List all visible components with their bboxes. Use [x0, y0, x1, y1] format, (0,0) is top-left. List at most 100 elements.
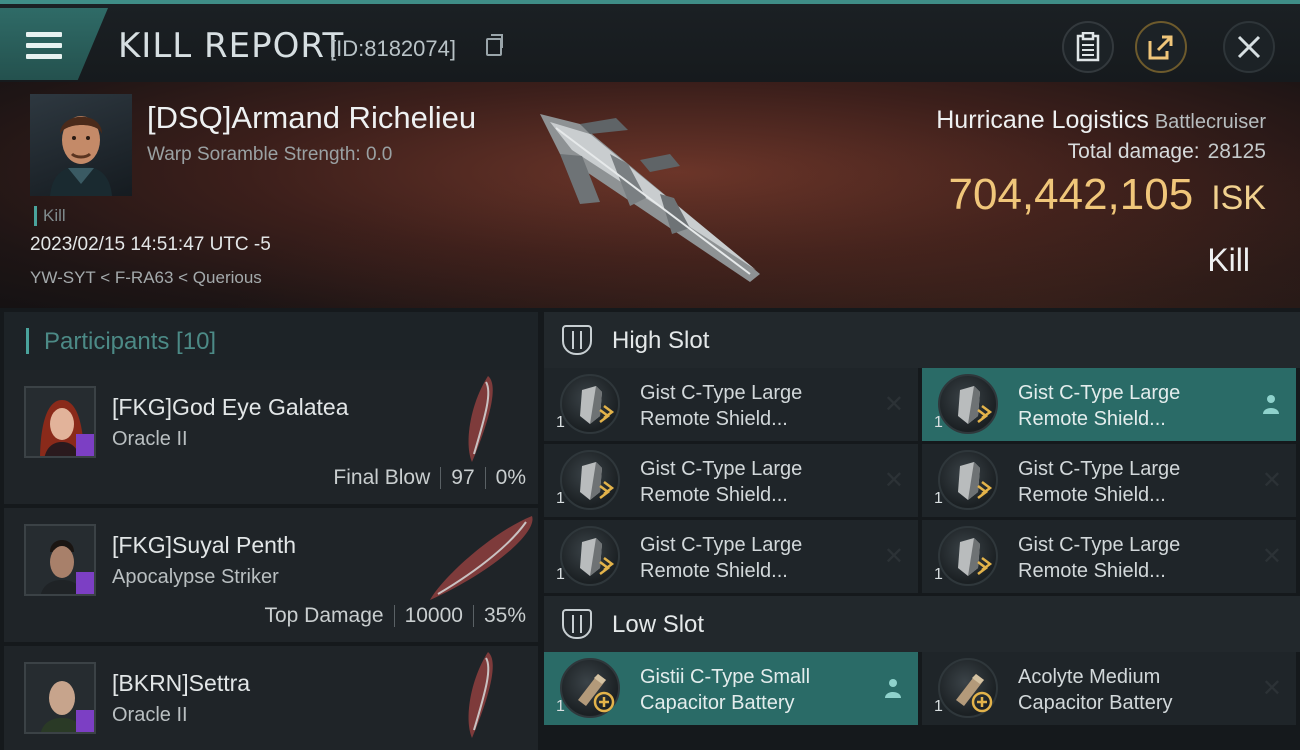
- avatar[interactable]: [24, 524, 96, 596]
- capacitor-module-icon: [938, 658, 998, 718]
- low-slot-header: Low Slot: [544, 596, 1300, 652]
- module-name: Acolyte Medium Capacitor Battery: [1018, 664, 1173, 716]
- slot-shield-icon: [562, 325, 592, 355]
- participant-name[interactable]: [BKRN]Settra: [112, 670, 250, 697]
- stat-percent: 35%: [483, 604, 526, 627]
- module-item[interactable]: 1 Gist C-Type Large Remote Shield...: [922, 368, 1296, 441]
- shield-module-icon: [560, 450, 620, 510]
- module-name-line-1: Gist C-Type Large: [1018, 458, 1181, 480]
- module-item[interactable]: 1 Gist C-Type Large Remote Shield... ✕: [922, 520, 1296, 593]
- participant-row[interactable]: [FKG]Suyal Penth Apocalypse Striker Top …: [4, 508, 538, 642]
- x-mark-icon: ✕: [1261, 466, 1282, 494]
- copy-icon[interactable]: [486, 34, 503, 56]
- share-button[interactable]: [1135, 21, 1187, 73]
- kill-location: YW-SYT < F-RA63 < Querious: [30, 268, 262, 287]
- module-name-line-2: Remote Shield...: [640, 484, 788, 506]
- participant-row[interactable]: [BKRN]Settra Oracle II: [4, 646, 538, 750]
- clipboard-icon: [1076, 32, 1100, 62]
- module-name-line-2: Remote Shield...: [640, 408, 788, 430]
- module-quantity: 1: [556, 414, 565, 431]
- victim-summary: [DSQ]Armand Richelieu Warp Soramble Stre…: [0, 82, 1300, 308]
- x-mark-icon: ✕: [1261, 674, 1282, 702]
- module-name: Gist C-Type Large Remote Shield...: [640, 532, 802, 584]
- module-name: Gist C-Type Large Remote Shield...: [1018, 532, 1180, 584]
- participant-ship: Apocalypse Striker: [112, 566, 279, 588]
- total-damage-value: 28125: [1207, 140, 1266, 163]
- hamburger-icon: [26, 32, 62, 60]
- module-name-line-2: Remote Shield...: [1018, 484, 1166, 506]
- module-item[interactable]: 1 Gist C-Type Large Remote Shield... ✕: [544, 444, 918, 517]
- participant-stats: Final Blow 97 0%: [333, 466, 526, 490]
- participants-header: Participants [10]: [4, 312, 538, 370]
- close-icon: [1237, 35, 1261, 59]
- module-name-line-2: Remote Shield...: [640, 560, 788, 582]
- module-quantity: 1: [934, 566, 943, 583]
- participant-name[interactable]: [FKG]God Eye Galatea: [112, 394, 349, 421]
- ship-name: Hurricane Logistics: [936, 106, 1149, 134]
- stat-damage: 97: [451, 466, 475, 489]
- isk-amount: 704,442,105: [948, 170, 1194, 219]
- module-name-line-2: Remote Shield...: [1018, 560, 1166, 582]
- avatar[interactable]: [24, 386, 96, 458]
- participant-stats: Top Damage 10000 35%: [264, 604, 526, 628]
- person-icon: [1262, 394, 1280, 414]
- module-name: Gist C-Type Large Remote Shield...: [640, 456, 802, 508]
- participant-ship: Oracle II: [112, 428, 188, 450]
- kill-report-window: KILL REPORT [ID:8182074] [DSQ]Armand Ric…: [0, 0, 1300, 750]
- module-item[interactable]: 1 Gist C-Type Large Remote Shield... ✕: [544, 368, 918, 441]
- isk-value: 704,442,105 ISK: [949, 170, 1267, 220]
- share-icon: [1148, 35, 1173, 60]
- menu-button[interactable]: [0, 8, 108, 80]
- module-name-line-1: Gist C-Type Large: [640, 382, 803, 404]
- participant-row[interactable]: [FKG]God Eye Galatea Oracle II Final Blo…: [4, 370, 538, 504]
- module-item[interactable]: 1 Gist C-Type Large Remote Shield... ✕: [922, 444, 1296, 517]
- module-name: Gistii C-Type Small Capacitor Battery: [640, 664, 810, 716]
- victim-ship-render: [540, 114, 760, 282]
- module-name-line-2: Capacitor Battery: [1018, 692, 1173, 714]
- avatar[interactable]: [24, 662, 96, 734]
- module-quantity: 1: [934, 414, 943, 431]
- shield-module-icon: [938, 526, 998, 586]
- module-name-line-1: Gist C-Type Large: [1018, 382, 1181, 404]
- module-item[interactable]: 1 Gistii C-Type Small Capacitor Battery: [544, 652, 918, 725]
- ship-class: Battlecruiser: [1154, 111, 1266, 133]
- clipboard-button[interactable]: [1062, 21, 1114, 73]
- participant-ship-render: [468, 652, 493, 738]
- module-quantity: 1: [556, 490, 565, 507]
- module-name-line-2: Remote Shield...: [1018, 408, 1166, 430]
- x-mark-icon: ✕: [1261, 542, 1282, 570]
- x-mark-icon: ✕: [883, 466, 904, 494]
- victim-ship[interactable]: Hurricane Logistics Battlecruiser: [936, 106, 1266, 135]
- total-damage-label: Total damage:: [1067, 140, 1200, 163]
- close-button[interactable]: [1223, 21, 1275, 73]
- stat-label: Top Damage: [264, 604, 384, 627]
- report-id: [ID:8182074]: [330, 36, 456, 61]
- module-quantity: 1: [934, 490, 943, 507]
- module-name-line-2: Capacitor Battery: [640, 692, 795, 714]
- stat-percent: 0%: [495, 466, 526, 489]
- page-title: KILL REPORT: [118, 26, 345, 66]
- participants-title: Participants [10]: [44, 328, 217, 355]
- participant-name[interactable]: [FKG]Suyal Penth: [112, 532, 296, 559]
- shield-module-icon: [938, 374, 998, 434]
- shield-module-icon: [938, 450, 998, 510]
- fitting-panel: High Slot 1 Gist C-Type Large Remote Shiel…: [540, 308, 1300, 750]
- role-tag: [76, 434, 94, 456]
- shield-module-icon: [560, 374, 620, 434]
- module-name-line-1: Gist C-Type Large: [1018, 534, 1181, 556]
- victim-portrait[interactable]: [30, 94, 132, 196]
- title-bar: KILL REPORT [ID:8182074]: [0, 0, 1300, 82]
- result-label: Kill: [1207, 242, 1250, 278]
- accent-bar: [26, 328, 29, 354]
- module-name: Gist C-Type Large Remote Shield...: [1018, 456, 1180, 508]
- role-tag: [76, 710, 94, 732]
- stat-damage: 10000: [404, 604, 463, 627]
- module-item[interactable]: 1 Acolyte Medium Capacitor Battery ✕: [922, 652, 1296, 725]
- high-slot-header: High Slot: [544, 312, 1300, 368]
- kill-datetime: 2023/02/15 14:51:47 UTC -5: [30, 234, 271, 255]
- x-mark-icon: ✕: [883, 390, 904, 418]
- module-item[interactable]: 1 Gist C-Type Large Remote Shield... ✕: [544, 520, 918, 593]
- slot-shield-icon: [562, 609, 592, 639]
- victim-name[interactable]: [DSQ]Armand Richelieu: [147, 100, 476, 136]
- module-quantity: 1: [934, 698, 943, 715]
